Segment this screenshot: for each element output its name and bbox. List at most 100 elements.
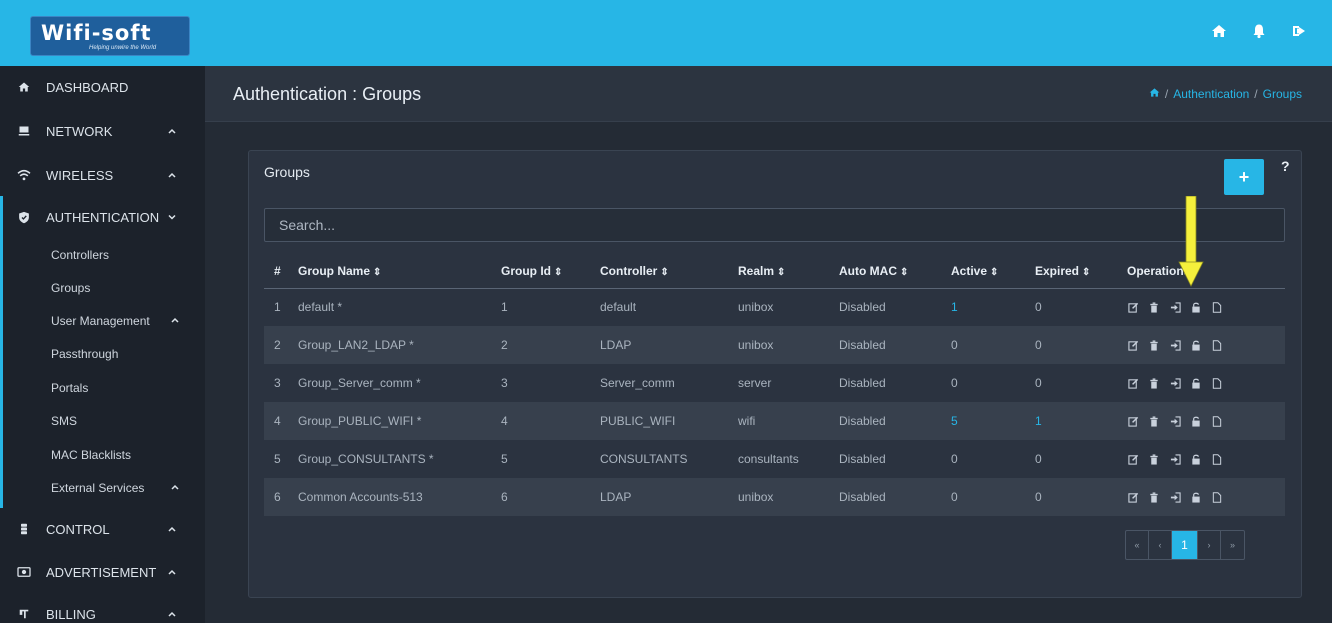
cell-expired: 0	[1035, 376, 1042, 390]
edit-icon[interactable]	[1127, 377, 1139, 389]
unlock-icon[interactable]	[1190, 301, 1202, 313]
column-header-realm[interactable]: Realm ⇕	[738, 254, 839, 289]
trash-icon[interactable]	[1148, 491, 1160, 503]
sidebar-item-network[interactable]: NETWORK	[0, 110, 205, 152]
cell-active[interactable]: 5	[951, 402, 1035, 440]
unlock-icon[interactable]	[1190, 415, 1202, 427]
cell-auto-mac: Disabled	[839, 402, 951, 440]
trash-icon[interactable]	[1148, 453, 1160, 465]
sidebar-item-authentication[interactable]: AUTHENTICATION	[0, 196, 205, 238]
sidebar-item-wireless[interactable]: WIRELESS	[0, 154, 205, 196]
page-prev-button[interactable]: ‹	[1149, 531, 1172, 559]
breadcrumb-sep: /	[1254, 87, 1258, 101]
unlock-icon[interactable]	[1190, 453, 1202, 465]
cell-group-name: Group_CONSULTANTS *	[298, 452, 434, 466]
file-icon[interactable]	[1211, 301, 1223, 313]
page-next-button[interactable]: ›	[1198, 531, 1221, 559]
cell-operations	[1127, 440, 1285, 478]
table-row: 5 Group_CONSULTANTS * 5 CONSULTANTS consulta…	[264, 440, 1285, 478]
sidebar-item-billing[interactable]: BILLING	[0, 593, 205, 623]
sign-in-icon[interactable]	[1169, 415, 1181, 427]
sidebar-sub-controllers[interactable]: Controllers	[3, 238, 208, 271]
cell-operations	[1127, 478, 1285, 516]
chevron-up-icon	[167, 607, 179, 619]
cell-active: 0	[951, 478, 1035, 516]
cell-auto-mac: Disabled	[839, 452, 886, 466]
logo-tagline: Helping unwire the World	[89, 45, 157, 51]
ad-icon	[16, 564, 32, 580]
edit-icon[interactable]	[1127, 453, 1139, 465]
cell-expired[interactable]: 1	[1035, 402, 1127, 440]
sidebar-sub-groups[interactable]: Groups	[3, 271, 208, 304]
column-header-group-name[interactable]: Group Name ⇕	[298, 254, 501, 289]
file-icon[interactable]	[1211, 491, 1223, 503]
sidebar-sub-label: Groups	[51, 280, 91, 295]
sign-in-icon[interactable]	[1169, 301, 1181, 313]
sign-in-icon[interactable]	[1169, 491, 1181, 503]
trash-icon[interactable]	[1148, 301, 1160, 313]
sidebar-item-label: ADVERTISEMENT	[46, 564, 157, 580]
cell-group-id: 3	[501, 376, 508, 390]
help-icon[interactable]: ?	[1281, 158, 1290, 174]
home-icon[interactable]	[1149, 87, 1160, 101]
sidebar-sub-portals[interactable]: Portals	[3, 371, 208, 404]
unlock-icon[interactable]	[1190, 491, 1202, 503]
edit-icon[interactable]	[1127, 339, 1139, 351]
chevron-up-icon	[167, 565, 179, 577]
breadcrumb-authentication[interactable]: Authentication	[1173, 87, 1249, 101]
sidebar-item-label: NETWORK	[46, 123, 113, 139]
sidebar: DASHBOARD NETWORK WIRELESS AUTHENTICATIO…	[0, 66, 208, 623]
home-icon[interactable]	[1208, 20, 1230, 42]
cell-controller: LDAP	[600, 326, 738, 364]
trash-icon[interactable]	[1148, 415, 1160, 427]
sidebar-sub-mac-blacklists[interactable]: MAC Blacklists	[3, 438, 208, 471]
sidebar-item-control[interactable]: CONTROL	[0, 508, 205, 550]
column-header-expired[interactable]: Expired ⇕	[1035, 254, 1127, 289]
breadcrumb-groups[interactable]: Groups	[1263, 87, 1302, 101]
sign-in-icon[interactable]	[1169, 453, 1181, 465]
column-header-auto-mac[interactable]: Auto MAC ⇕	[839, 254, 951, 289]
trash-icon[interactable]	[1148, 339, 1160, 351]
file-icon[interactable]	[1211, 415, 1223, 427]
bell-icon[interactable]	[1248, 20, 1270, 42]
edit-icon[interactable]	[1127, 415, 1139, 427]
unlock-icon[interactable]	[1190, 377, 1202, 389]
column-header-active[interactable]: Active ⇕	[951, 254, 1035, 289]
page-current-button[interactable]: 1	[1172, 531, 1198, 559]
edit-icon[interactable]	[1127, 491, 1139, 503]
cell-number: 5	[274, 452, 281, 466]
authentication-submenu: Controllers Groups User Management Passt…	[0, 238, 208, 508]
unlock-icon[interactable]	[1190, 339, 1202, 351]
sidebar-sub-passthrough[interactable]: Passthrough	[3, 337, 208, 370]
sidebar-item-dashboard[interactable]: DASHBOARD	[0, 66, 205, 108]
file-icon[interactable]	[1211, 453, 1223, 465]
sidebar-sub-external-services[interactable]: External Services	[3, 471, 208, 504]
cell-active[interactable]: 1	[951, 288, 1035, 326]
trash-icon[interactable]	[1148, 377, 1160, 389]
sign-in-icon[interactable]	[1169, 339, 1181, 351]
page-last-button[interactable]: »	[1221, 531, 1244, 559]
sidebar-sub-user-management[interactable]: User Management	[3, 304, 208, 337]
file-icon[interactable]	[1211, 339, 1223, 351]
search-input[interactable]	[264, 208, 1285, 242]
column-header-controller[interactable]: Controller ⇕	[600, 254, 738, 289]
edit-icon[interactable]	[1127, 301, 1139, 313]
column-header-operations: Operations	[1127, 254, 1285, 289]
sidebar-item-advertisement[interactable]: ADVERTISEMENT	[0, 551, 205, 593]
page-header: Authentication : Groups / Authentication…	[205, 66, 1332, 122]
sign-in-icon[interactable]	[1169, 377, 1181, 389]
page-first-button[interactable]: «	[1126, 531, 1149, 559]
add-group-button[interactable]: +	[1224, 159, 1264, 195]
cell-group-id: 2	[501, 326, 600, 364]
logo[interactable]: Wifi-soft Helping unwire the World	[30, 16, 190, 56]
sidebar-sub-sms[interactable]: SMS	[3, 404, 208, 437]
sort-icon: ⇕	[554, 266, 563, 278]
column-header-group-id[interactable]: Group Id ⇕	[501, 254, 600, 289]
wifi-icon	[16, 167, 32, 183]
sidebar-item-label: CONTROL	[46, 521, 110, 537]
file-icon[interactable]	[1211, 377, 1223, 389]
table-row: 6 Common Accounts-513 6 LDAP unibox Disabled 0…	[264, 478, 1285, 516]
cell-realm: server	[738, 376, 772, 390]
table-row: 4 Group_PUBLIC_WIFI * 4 PUBLIC_WIFI wifi Disa…	[264, 402, 1285, 440]
logout-icon[interactable]	[1288, 20, 1310, 42]
